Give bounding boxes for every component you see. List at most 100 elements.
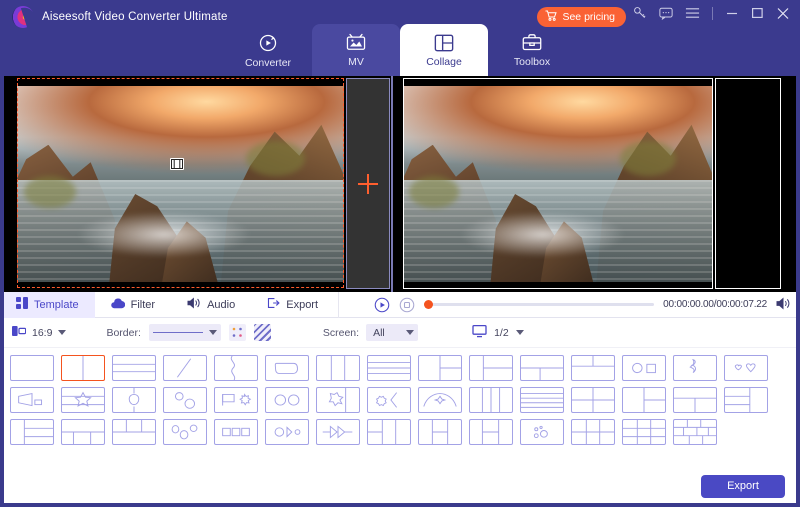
window-edge-left [0,76,4,507]
chevron-down-icon[interactable] [208,330,217,335]
preview-video-right[interactable] [403,86,713,282]
seek-slider[interactable] [424,300,655,309]
template-oval-and-shapes[interactable] [265,419,309,445]
close-icon[interactable] [776,7,790,20]
hamburger-menu-icon[interactable] [685,7,700,19]
template-flag-and-burst[interactable] [214,387,258,413]
template-bubbles-cluster[interactable] [520,419,564,445]
tab-template[interactable]: Template [0,291,95,318]
preview-pane-left[interactable] [0,76,393,292]
template-circle-and-square[interactable] [622,355,666,381]
template-top-big-bottom-2[interactable] [673,387,717,413]
app-window: Aiseesoft Video Converter Ultimate See p… [0,0,800,507]
template-left-big-right-2b[interactable] [622,387,666,413]
chevron-down-icon[interactable] [58,330,67,335]
template-wave-arrow-split[interactable] [214,355,258,381]
border-style-dropdown[interactable] [148,324,221,341]
film-clip-icon[interactable] [170,158,184,170]
template-top-2-bottom-wide[interactable] [571,355,615,381]
template-split-vertical-3[interactable] [316,355,360,381]
template-grid-2x3[interactable] [571,419,615,445]
border-pattern-stripes-icon[interactable] [253,324,271,341]
letterbox-top [17,76,344,86]
page-value: 1/2 [494,326,509,339]
nav-tab-collage[interactable]: Collage [400,24,488,76]
template-left-big-right-2[interactable] [418,355,462,381]
template-left-narrow-right-2[interactable] [469,355,513,381]
template-icon [16,297,28,312]
template-gear-and-arrow[interactable] [367,387,411,413]
tab-filter[interactable]: Filter [95,292,171,318]
key-icon[interactable] [633,6,647,20]
template-balloon-shape[interactable] [112,387,156,413]
play-circle-icon[interactable] [374,297,390,313]
border-color-dots-icon[interactable] [228,324,246,341]
template-arch-with-star[interactable] [418,387,462,413]
template-split-vertical-4[interactable] [469,387,513,413]
template-puzzle-piece[interactable] [316,387,360,413]
stop-square-icon[interactable] [399,297,415,313]
template-split-horizontal-2[interactable] [112,355,156,381]
template-grid-mosaic[interactable] [673,419,717,445]
template-star-banner[interactable] [61,387,105,413]
template-two-circles-diagonal[interactable] [163,387,207,413]
template-megaphone-shape[interactable] [10,387,54,413]
mv-icon [345,33,367,53]
template-three-squares[interactable] [214,419,258,445]
tab-export[interactable]: Export [251,292,334,318]
tab-export-label: Export [286,298,319,311]
export-button[interactable]: Export [701,474,785,498]
template-left-wide-right-stack[interactable] [10,419,54,445]
seek-handle[interactable] [424,300,434,309]
template-split-vertical-2[interactable] [61,355,105,381]
tab-audio[interactable]: Audio [171,292,251,318]
cart-icon [545,10,558,24]
main-nav-tabs: Converter MV Collage Toolbox [0,24,800,76]
filter-cloud-icon [110,297,125,312]
template-two-hearts[interactable] [724,355,768,381]
template-top-wide-bottom-2[interactable] [520,355,564,381]
screen-dropdown[interactable]: All [366,324,419,341]
template-grid-3x3[interactable] [622,419,666,445]
template-two-circles[interactable] [265,387,309,413]
preview-video-left[interactable] [17,86,344,282]
minimize-icon[interactable] [725,7,739,19]
page-control[interactable]: 1/2 [472,324,524,341]
nav-tab-converter[interactable]: Converter [224,24,312,76]
maximize-icon[interactable] [751,7,764,19]
template-split-horizontal-3[interactable] [367,355,411,381]
chevron-down-icon[interactable] [406,330,415,335]
template-grid [10,355,792,445]
template-quad-grid[interactable] [571,387,615,413]
template-triple-arrows[interactable] [316,419,360,445]
template-top-3-bottom-wide[interactable] [112,419,156,445]
template-split-horizontal-4[interactable] [520,387,564,413]
template-ribbon-shape[interactable] [673,355,717,381]
chat-bubble-icon[interactable] [659,7,673,20]
volume-icon[interactable] [776,297,792,313]
template-grid-2x2-wide[interactable] [367,419,411,445]
export-arrow-icon [267,297,280,312]
aspect-ratio-control[interactable]: 16:9 [12,324,67,341]
template-three-ovals[interactable] [163,419,207,445]
divider [338,291,340,318]
tab-audio-label: Audio [207,298,236,311]
chevron-down-icon[interactable] [515,330,524,335]
template-single-full[interactable] [10,355,54,381]
nav-tab-toolbox[interactable]: Toolbox [488,24,576,76]
template-rounded-shape-frame[interactable] [265,355,309,381]
add-media-slot[interactable] [346,78,390,289]
see-pricing-label: See pricing [562,11,615,23]
template-bottom-3-top-wide[interactable] [61,419,105,445]
nav-tab-toolbox-label: Toolbox [513,55,551,68]
aspect-ratio-icon [12,324,27,341]
preview-area [0,76,800,292]
nav-tab-mv[interactable]: MV [312,24,400,76]
template-diagonal-split-2[interactable] [163,355,207,381]
template-grid-2x2-offset[interactable] [418,419,462,445]
template-right-big-left-2[interactable] [724,387,768,413]
preview-pane-right[interactable] [393,76,798,292]
letterbox-bottom [17,282,344,292]
toolbox-icon [521,33,543,53]
template-grid-mixed-3[interactable] [469,419,513,445]
